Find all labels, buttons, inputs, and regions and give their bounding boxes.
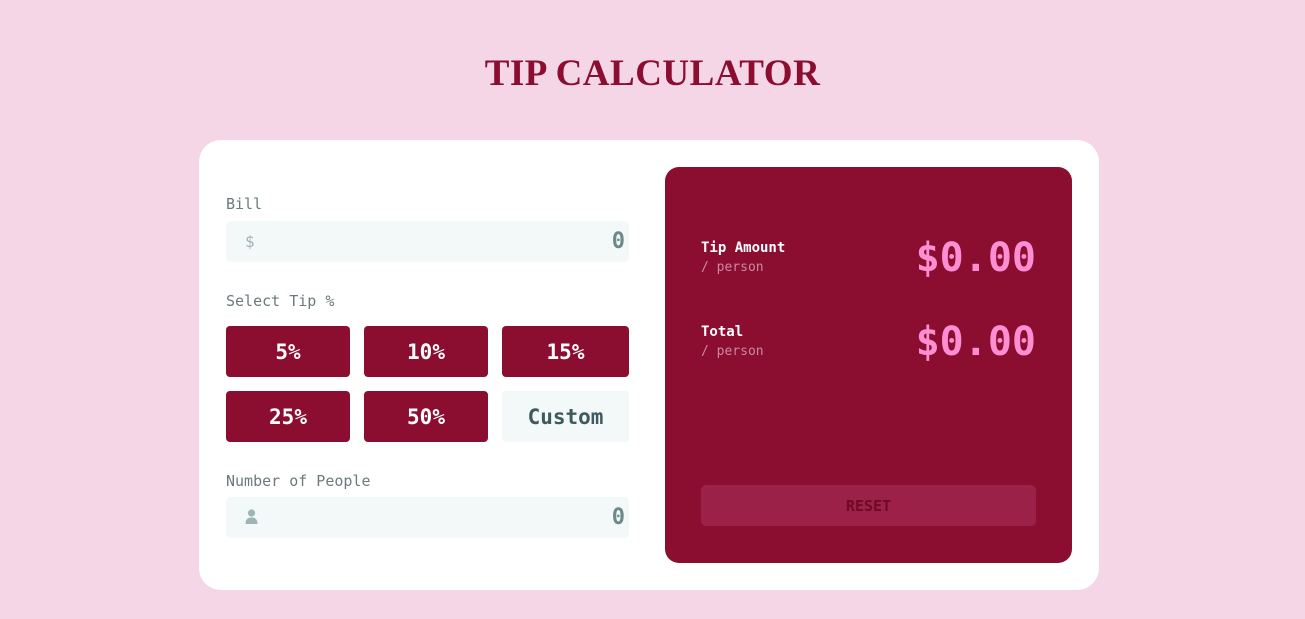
total-value: $0.00 [915, 319, 1036, 365]
tip-button-5[interactable]: 5% [226, 326, 350, 377]
tip-button-15[interactable]: 15% [502, 326, 629, 377]
total-label: Total [701, 324, 744, 340]
reset-button[interactable]: RESET [701, 485, 1036, 526]
select-tip-label: Select Tip % [226, 292, 335, 310]
custom-tip-input[interactable]: Custom [502, 391, 629, 442]
tip-amount-sub: / person [701, 260, 764, 275]
total-sub: / person [701, 344, 764, 359]
bill-value: 0 [611, 229, 625, 254]
page-title: TIP CALCULATOR [484, 53, 821, 94]
tip-amount-label: Tip Amount [701, 240, 786, 256]
dollar-icon: $ [245, 232, 255, 251]
people-label: Number of People [226, 472, 371, 490]
tip-button-25[interactable]: 25% [226, 391, 350, 442]
bill-label: Bill [226, 195, 263, 213]
bill-input[interactable]: $ 0 [226, 221, 629, 262]
tip-button-50[interactable]: 50% [364, 391, 488, 442]
people-value: 0 [611, 505, 625, 530]
tip-button-10[interactable]: 10% [364, 326, 488, 377]
results-panel: Tip Amount / person $0.00 Total / person… [665, 167, 1072, 563]
tip-amount-value: $0.00 [915, 235, 1036, 281]
calculator-card: Bill $ 0 Select Tip % 5% 10% 15% 25% 50%… [199, 140, 1099, 590]
people-input[interactable]: 0 [226, 497, 629, 538]
person-icon [245, 509, 258, 528]
